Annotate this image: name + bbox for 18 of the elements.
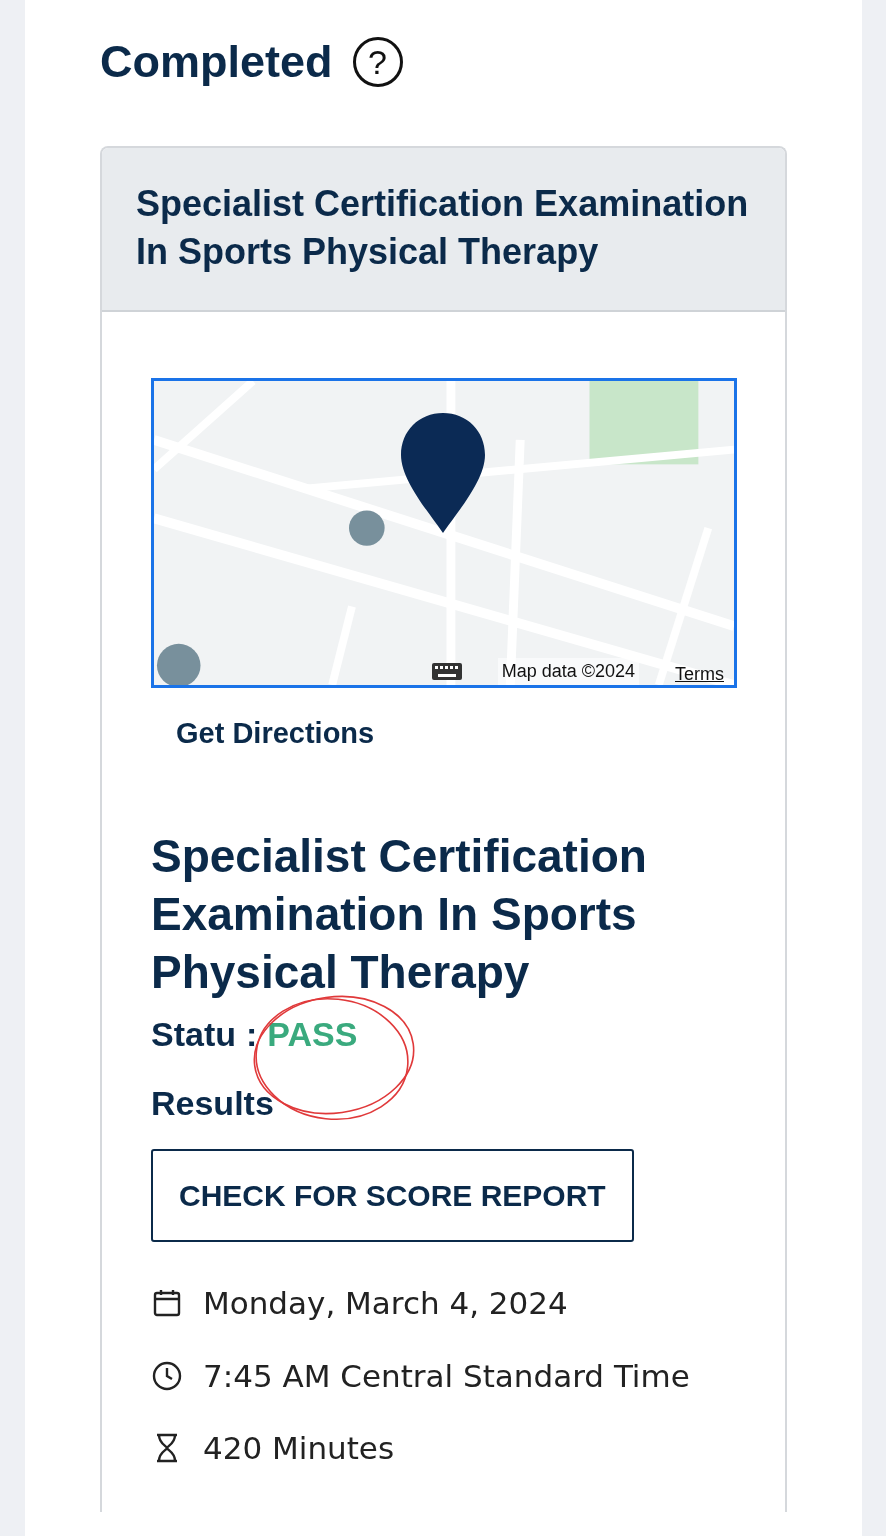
status-separator: : — [246, 1014, 258, 1055]
detail-text: 420 Minutes — [203, 1429, 395, 1468]
detail-text: Monday, March 4, 2024 — [203, 1284, 568, 1323]
score-report-button[interactable]: CHECK FOR SCORE REPORT — [151, 1149, 634, 1242]
terms-link[interactable]: Terms — [675, 660, 724, 685]
map-attribution: Map data ©2024 — [497, 657, 639, 685]
clock-icon — [151, 1359, 183, 1392]
exam-title: Specialist Certification Examination In Sports Physical Therapy — [151, 829, 648, 1000]
results-label: Results — [151, 1083, 275, 1124]
help-icon[interactable]: ? — [352, 36, 403, 87]
section-heading: Completed — [100, 35, 333, 89]
directions-link[interactable]: Get Directions — [176, 711, 375, 755]
map[interactable]: Map data ©2024 Terms — [151, 377, 737, 688]
status-value: PASS — [267, 1014, 358, 1055]
card-title: Specialist Certification Examination In Sports Physical Therapy — [102, 147, 785, 312]
status-label: Statu — [151, 1014, 236, 1055]
detail-text: 7:45 AM Central Standard Time — [203, 1356, 690, 1396]
map-pin-icon — [399, 410, 487, 535]
